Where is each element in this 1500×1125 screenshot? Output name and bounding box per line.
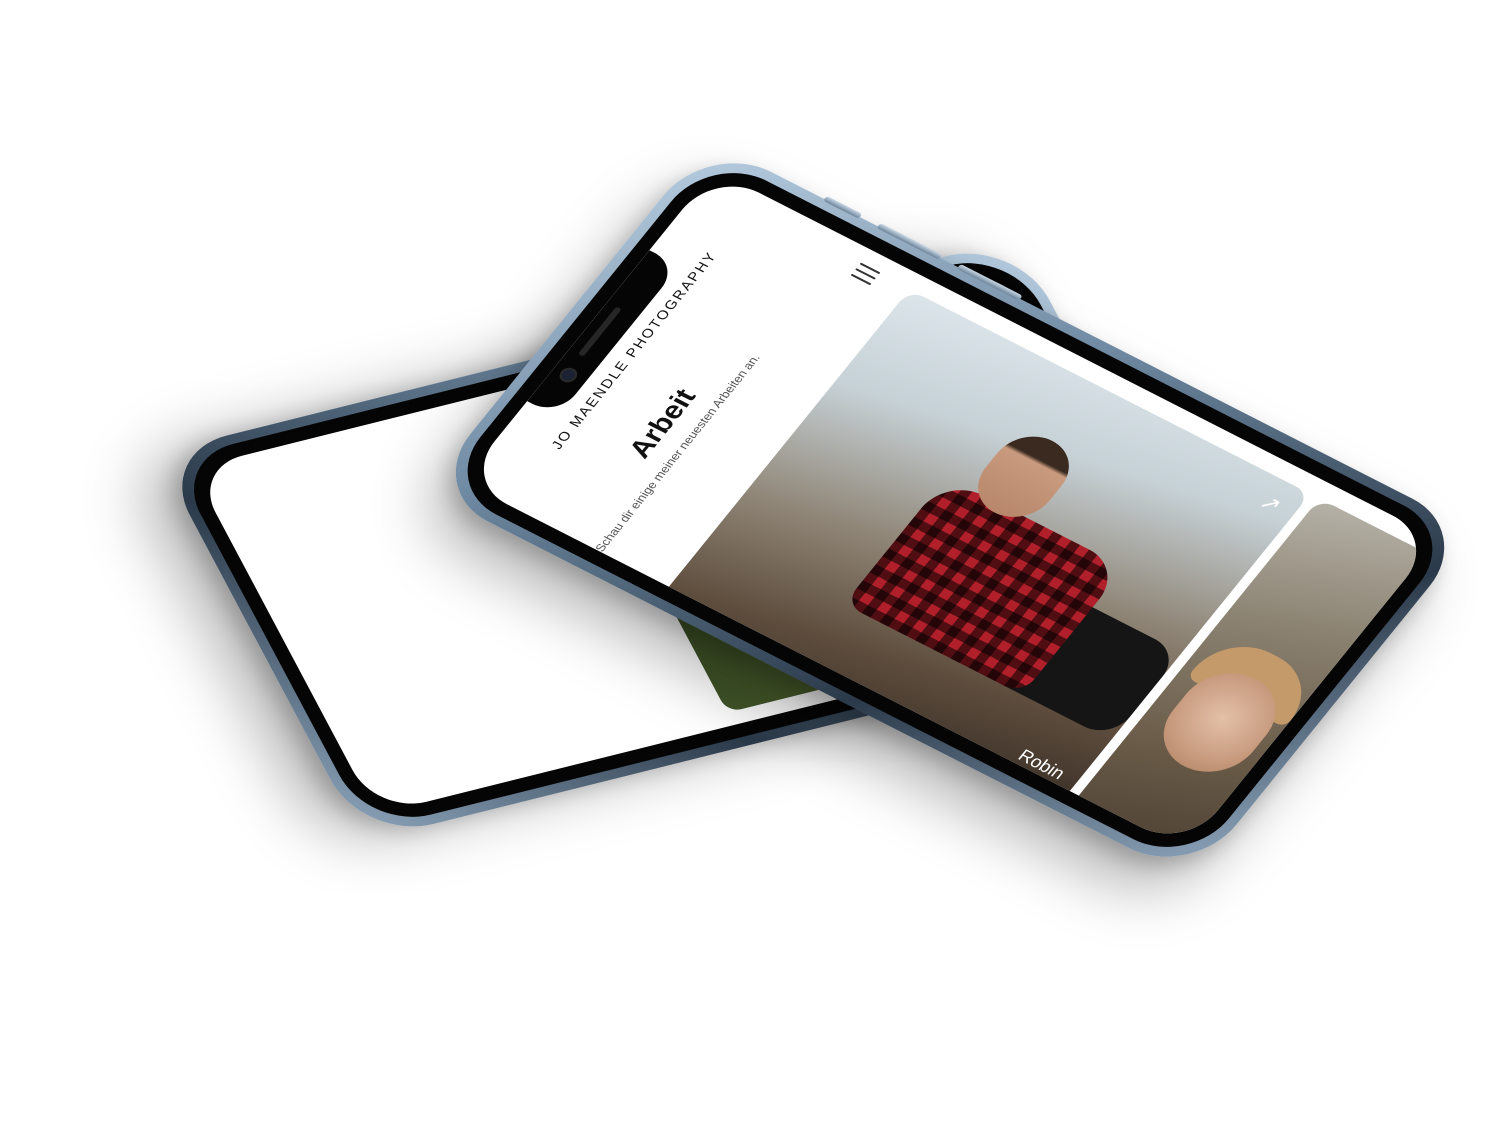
work-card-label: Robin — [1014, 745, 1070, 783]
mockup-stage: JO MAENDLE PHOTOGRAPHY ← — [0, 0, 1500, 1125]
page-title: Arbeit — [622, 384, 702, 463]
front-camera-icon — [556, 365, 581, 386]
arrow-up-right-icon[interactable]: ↗ — [1254, 489, 1288, 518]
menu-icon[interactable] — [850, 262, 881, 286]
